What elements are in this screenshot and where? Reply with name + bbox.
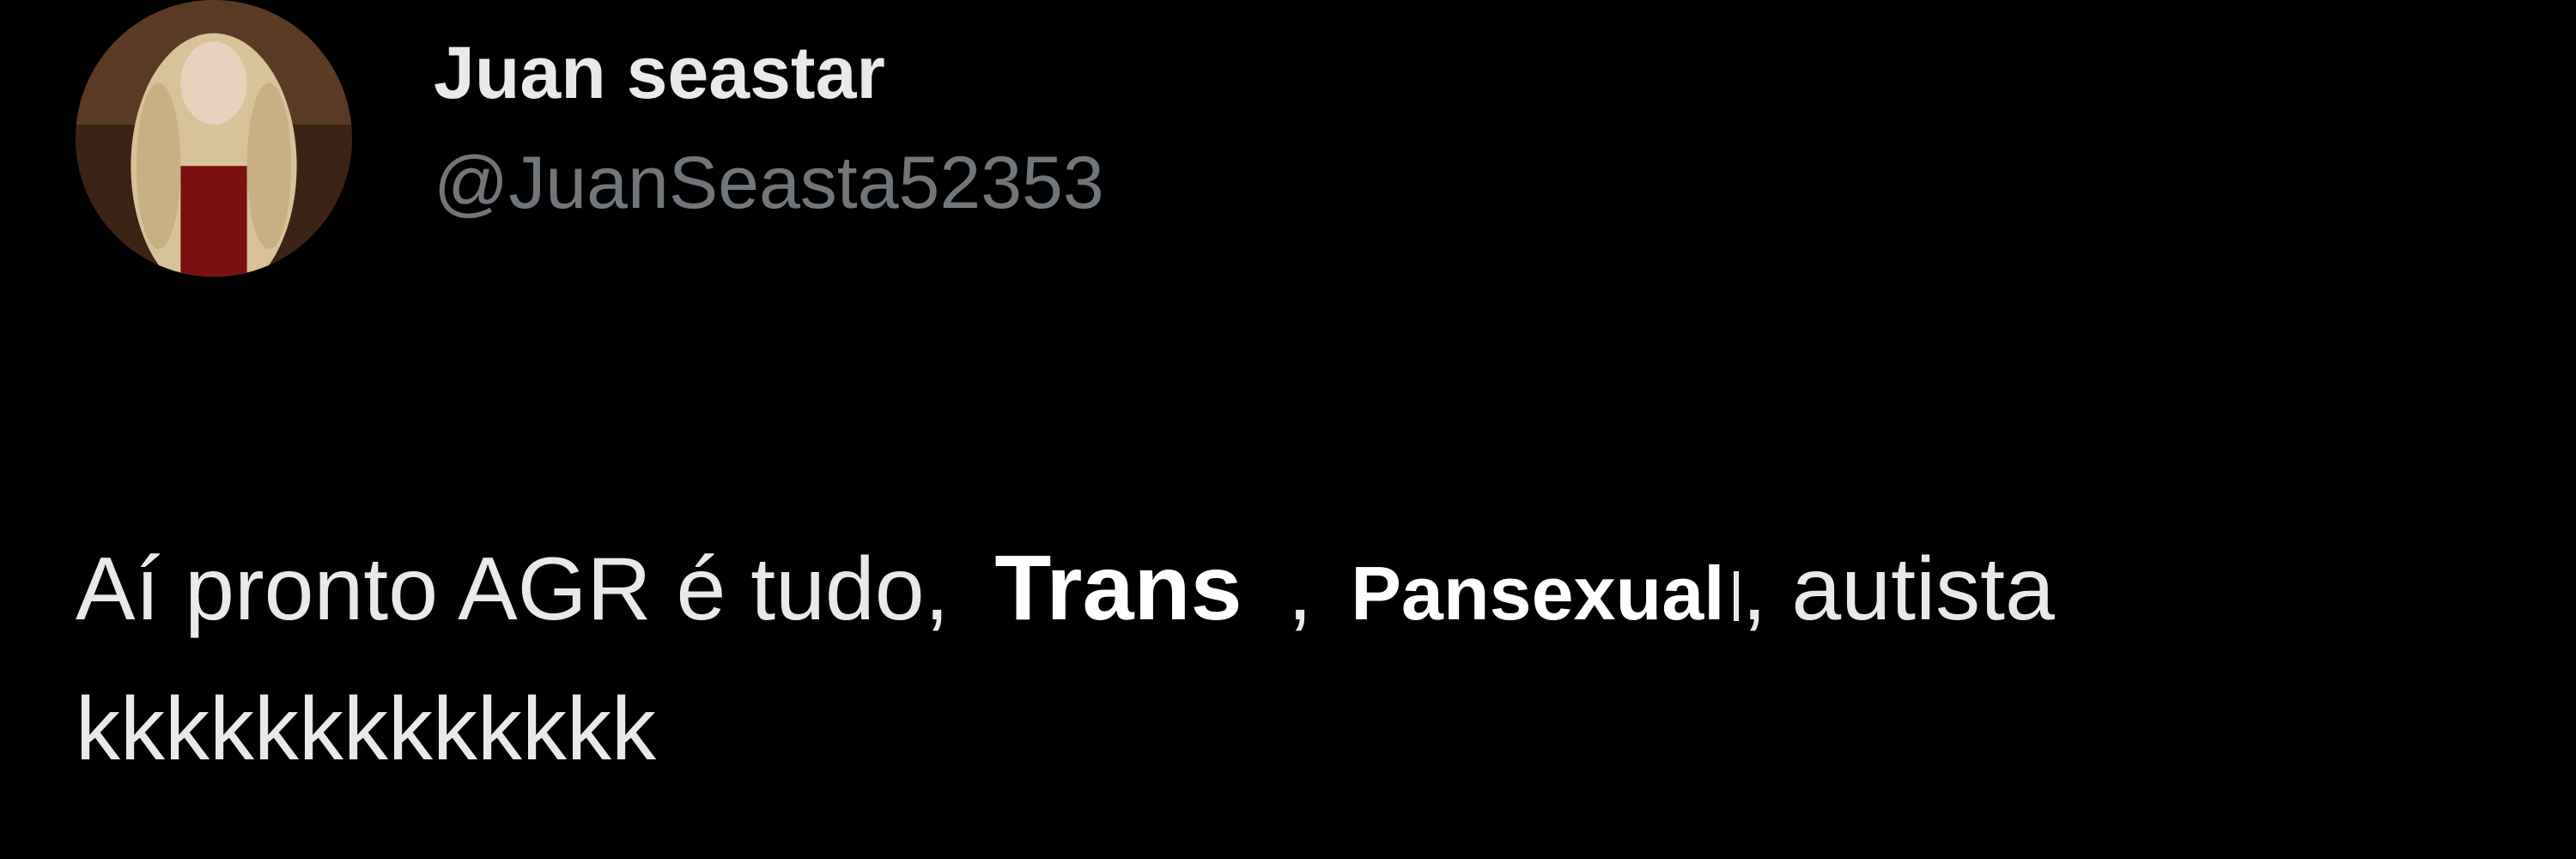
tweet-text-part1: Aí pronto AGR é tudo, bbox=[76, 539, 975, 639]
tweet-text-comma: , bbox=[1262, 539, 1338, 639]
tweet-text-part2: , autista bbox=[1741, 539, 2055, 639]
user-handle[interactable]: @JuanSeasta52353 bbox=[434, 143, 1104, 224]
tweet-card: Juan seastar @JuanSeasta52353 Aí pronto … bbox=[0, 0, 2576, 859]
overlay-word-trans: Trans bbox=[994, 535, 1242, 639]
edit-cut-mark bbox=[1733, 570, 1739, 621]
tweet-text-line2: kkkkkkkkkkkkk bbox=[76, 679, 656, 779]
display-name[interactable]: Juan seastar bbox=[434, 33, 885, 114]
overlay-word-pansexual: Pansexual bbox=[1351, 551, 1725, 636]
tweet-text: Aí pronto AGR é tudo, Trans , Pansexual,… bbox=[76, 520, 2531, 797]
profile-photo-icon[interactable] bbox=[76, 0, 352, 277]
